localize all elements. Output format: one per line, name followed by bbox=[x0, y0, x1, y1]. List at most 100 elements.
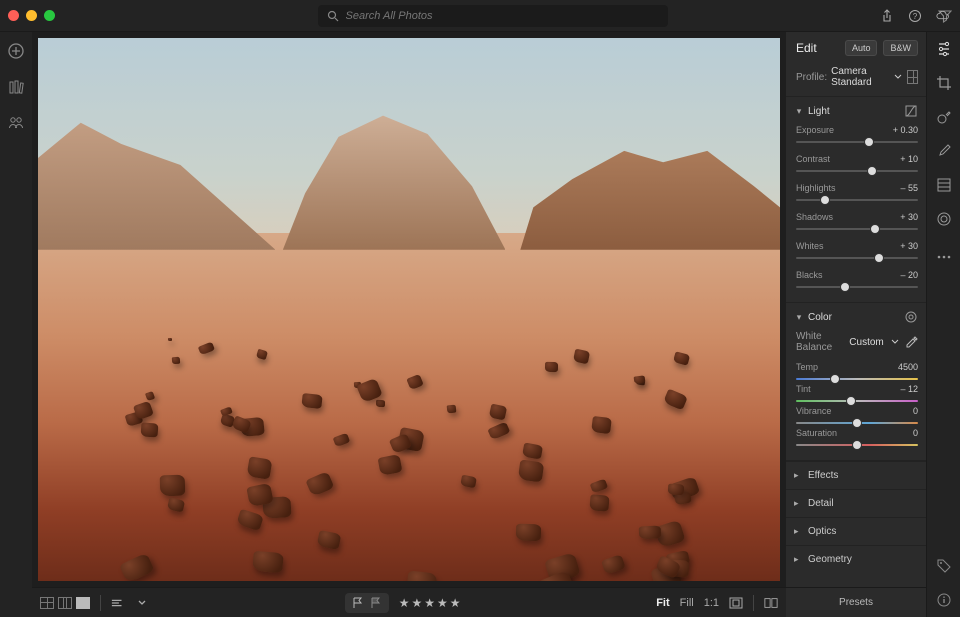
section-effects[interactable]: ▸ Effects bbox=[786, 461, 926, 489]
healing-brush-icon[interactable] bbox=[935, 108, 953, 126]
cloud-sync-icon[interactable] bbox=[936, 9, 950, 23]
slider-whites[interactable]: Whites+ 30 bbox=[796, 241, 918, 263]
photo-viewer[interactable] bbox=[38, 38, 780, 581]
detail-view-icon[interactable] bbox=[76, 597, 90, 609]
section-detail[interactable]: ▸ Detail bbox=[786, 489, 926, 517]
star-icon[interactable]: ★ bbox=[411, 596, 422, 610]
white-balance-row[interactable]: White Balance Custom bbox=[796, 331, 918, 355]
radial-gradient-icon[interactable] bbox=[935, 210, 953, 228]
more-icon[interactable] bbox=[935, 248, 953, 266]
tone-curve-icon[interactable] bbox=[904, 104, 918, 118]
divider bbox=[100, 595, 101, 611]
slider-track[interactable] bbox=[796, 253, 918, 263]
slider-temp[interactable]: Temp 4500 bbox=[796, 362, 918, 384]
slider-track[interactable] bbox=[796, 195, 918, 205]
bw-button[interactable]: B&W bbox=[883, 40, 918, 56]
chevron-down-icon bbox=[890, 335, 900, 349]
slider-label: Shadows bbox=[796, 212, 833, 222]
slider-label: Whites bbox=[796, 241, 824, 251]
slider-track[interactable] bbox=[796, 166, 918, 176]
zoom-fit[interactable]: Fit bbox=[656, 597, 669, 609]
profile-browser-icon[interactable] bbox=[907, 70, 918, 84]
star-icon[interactable]: ★ bbox=[399, 596, 410, 610]
slider-highlights[interactable]: Highlights– 55 bbox=[796, 183, 918, 205]
flag-reject-icon[interactable] bbox=[369, 596, 383, 610]
chevron-right-icon: ▸ bbox=[794, 498, 804, 509]
help-icon[interactable]: ? bbox=[908, 9, 922, 23]
add-photos-icon[interactable] bbox=[7, 42, 25, 60]
grid-view-icon[interactable] bbox=[40, 597, 54, 609]
slider-track[interactable] bbox=[796, 224, 918, 234]
search-icon bbox=[326, 9, 340, 23]
divider bbox=[753, 595, 754, 611]
star-icon[interactable]: ★ bbox=[450, 596, 461, 610]
svg-text:?: ? bbox=[913, 12, 918, 21]
zoom-expand-icon[interactable] bbox=[729, 596, 743, 610]
crop-icon[interactable] bbox=[935, 74, 953, 92]
section-title: Geometry bbox=[808, 554, 852, 565]
zoom-fill[interactable]: Fill bbox=[680, 597, 694, 609]
slider-track[interactable] bbox=[796, 374, 918, 384]
info-icon[interactable] bbox=[935, 591, 953, 609]
window-controls bbox=[8, 10, 55, 21]
minimize-button[interactable] bbox=[26, 10, 37, 21]
left-rail bbox=[0, 32, 32, 617]
star-rating[interactable]: ★ ★ ★ ★ ★ bbox=[399, 596, 461, 610]
slider-exposure[interactable]: Exposure+ 0.30 bbox=[796, 125, 918, 147]
slider-track[interactable] bbox=[796, 282, 918, 292]
compare-view-icon[interactable] bbox=[58, 597, 72, 609]
presets-button[interactable]: Presets bbox=[786, 587, 926, 617]
slider-value: 0 bbox=[913, 428, 918, 438]
slider-value: 0 bbox=[913, 406, 918, 416]
slider-value: – 55 bbox=[900, 183, 918, 193]
eyedropper-icon[interactable] bbox=[906, 335, 918, 349]
edit-panel-header: Edit Auto B&W bbox=[786, 32, 926, 62]
tag-icon[interactable] bbox=[935, 557, 953, 575]
edit-panel: Edit Auto B&W Profile: Camera Standard ▾… bbox=[786, 32, 926, 617]
slider-value: – 12 bbox=[900, 384, 918, 394]
slider-saturation[interactable]: Saturation0 bbox=[796, 428, 918, 450]
slider-vibrance[interactable]: Vibrance 0 bbox=[796, 406, 918, 428]
sharing-icon[interactable] bbox=[7, 114, 25, 132]
profile-row[interactable]: Profile: Camera Standard bbox=[786, 62, 926, 97]
before-after-icon[interactable] bbox=[764, 596, 778, 610]
star-icon[interactable]: ★ bbox=[424, 596, 435, 610]
slider-label: Vibrance bbox=[796, 406, 831, 416]
slider-blacks[interactable]: Blacks– 20 bbox=[796, 270, 918, 292]
section-color-header[interactable]: ▾ Color bbox=[786, 303, 926, 331]
share-icon[interactable] bbox=[880, 9, 894, 23]
section-geometry[interactable]: ▸ Geometry bbox=[786, 545, 926, 573]
zoom-1to1[interactable]: 1:1 bbox=[704, 597, 719, 609]
section-light-header[interactable]: ▾ Light bbox=[786, 97, 926, 125]
search-bar[interactable] bbox=[318, 5, 668, 27]
filmstrip-toggle-icon[interactable] bbox=[111, 596, 125, 610]
slider-track[interactable] bbox=[796, 396, 918, 406]
slider-value: + 30 bbox=[900, 212, 918, 222]
slider-shadows[interactable]: Shadows + 30 bbox=[796, 212, 918, 234]
flag-pick-icon[interactable] bbox=[351, 596, 365, 610]
slider-track[interactable] bbox=[796, 137, 918, 147]
my-photos-icon[interactable] bbox=[7, 78, 25, 96]
slider-track[interactable] bbox=[796, 440, 918, 450]
linear-gradient-icon[interactable] bbox=[935, 176, 953, 194]
titlebar: ? bbox=[0, 0, 960, 32]
section-title: Detail bbox=[808, 498, 834, 509]
slider-label: Temp bbox=[796, 362, 818, 372]
maximize-button[interactable] bbox=[44, 10, 55, 21]
brush-icon[interactable] bbox=[935, 142, 953, 160]
auto-button[interactable]: Auto bbox=[845, 40, 878, 56]
close-button[interactable] bbox=[8, 10, 19, 21]
slider-label: Blacks bbox=[796, 270, 823, 280]
section-title: Effects bbox=[808, 470, 838, 481]
slider-track[interactable] bbox=[796, 418, 918, 428]
slider-tint[interactable]: Tint– 12 bbox=[796, 384, 918, 406]
edit-sliders-icon[interactable] bbox=[935, 40, 953, 58]
star-icon[interactable]: ★ bbox=[437, 596, 448, 610]
color-mixer-icon[interactable] bbox=[904, 310, 918, 324]
slider-value: 4500 bbox=[898, 362, 918, 372]
search-input[interactable] bbox=[346, 10, 660, 22]
sort-chevron-icon[interactable] bbox=[135, 596, 149, 610]
titlebar-right: ? bbox=[880, 9, 950, 23]
section-optics[interactable]: ▸ Optics bbox=[786, 517, 926, 545]
slider-contrast[interactable]: Contrast+ 10 bbox=[796, 154, 918, 176]
